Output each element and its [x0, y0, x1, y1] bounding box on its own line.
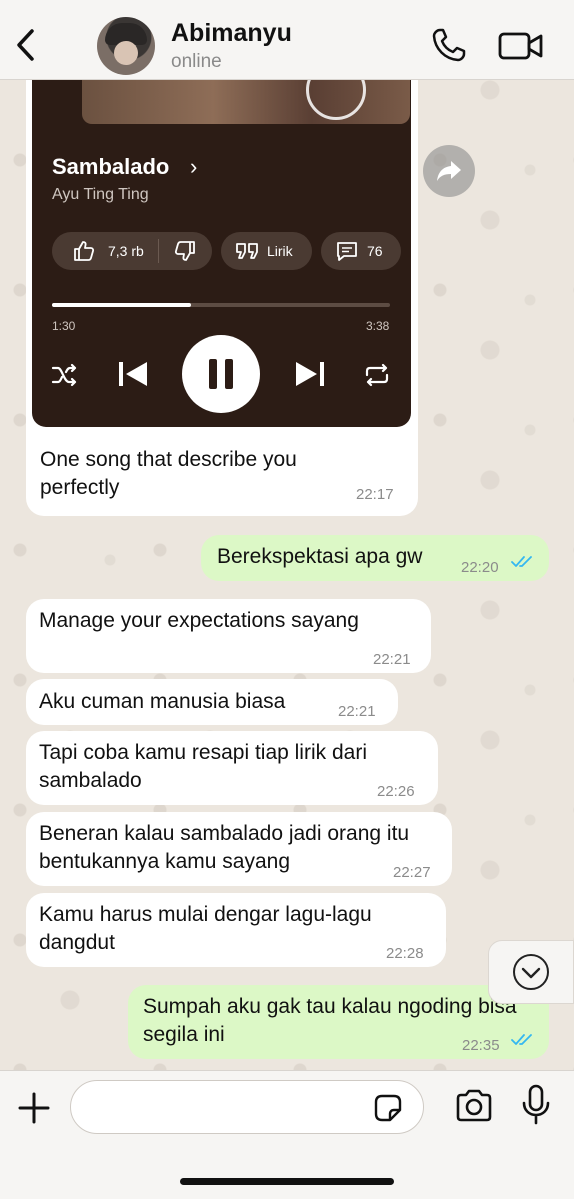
message-time: 22:20	[461, 559, 499, 576]
contact-status: online	[171, 51, 222, 72]
previous-button[interactable]	[115, 357, 151, 391]
back-button[interactable]	[10, 25, 40, 65]
next-icon	[296, 362, 324, 386]
comment-count: 76	[367, 243, 383, 259]
message-time: 22:21	[373, 651, 411, 668]
read-ticks-icon	[511, 556, 532, 567]
previous-icon	[119, 362, 147, 386]
message-time: 22:28	[386, 945, 424, 962]
message-text: Berekspektasi apa gw	[217, 545, 423, 568]
video-call-button[interactable]	[498, 30, 544, 62]
message-bubble-incoming[interactable]: Beneran kalau sambalado jadi orang itu b…	[26, 812, 452, 886]
message-text: Beneran kalau sambalado jadi orang itu b…	[39, 822, 410, 873]
lyrics-label: Lirik	[267, 243, 293, 259]
sticker-icon	[374, 1094, 402, 1122]
message-bubble-incoming[interactable]: Aku cuman manusia biasa 22:21	[26, 679, 398, 725]
scroll-to-bottom-button[interactable]	[488, 940, 574, 1004]
message-time: 22:35	[462, 1037, 500, 1054]
contact-name[interactable]: Abimanyu	[171, 19, 292, 48]
repeat-button[interactable]	[362, 360, 392, 390]
total-time: 3:38	[366, 319, 390, 333]
message-bubble-outgoing[interactable]: Sumpah aku gak tau kalau ngoding bisa se…	[128, 985, 549, 1059]
message-time: 22:21	[338, 703, 376, 720]
message-text: Manage your expectations sayang	[39, 609, 359, 632]
phone-icon	[432, 28, 466, 62]
message-bubble-incoming[interactable]: Manage your expectations sayang 22:21	[26, 599, 431, 673]
album-art[interactable]	[82, 80, 410, 124]
message-bubble-outgoing[interactable]: Berekspektasi apa gw 22:20	[201, 535, 549, 581]
message-input[interactable]	[70, 1080, 424, 1134]
thumbs-down-icon	[174, 241, 195, 261]
pause-icon	[209, 359, 233, 389]
message-text: Aku cuman manusia biasa	[39, 690, 286, 713]
playback-progress[interactable]	[52, 303, 390, 307]
thumbs-up-icon	[74, 241, 95, 261]
chevron-right-icon: ›	[190, 154, 198, 179]
message-time: 22:27	[393, 864, 431, 881]
message-time: 22:26	[377, 783, 415, 800]
current-time: 1:30	[52, 319, 76, 333]
song-title[interactable]: Sambalado	[52, 154, 169, 180]
camera-icon	[456, 1089, 492, 1122]
shuffle-icon	[51, 363, 77, 387]
message-bubble-incoming[interactable]: Tapi coba kamu resapi tiap lirik dari sa…	[26, 731, 438, 805]
attach-button[interactable]	[14, 1088, 54, 1128]
pause-button[interactable]	[182, 335, 260, 413]
like-count: 7,3 rb	[108, 243, 144, 259]
back-icon	[17, 29, 34, 61]
lyrics-button[interactable]: Lirik	[221, 232, 312, 270]
read-ticks-icon	[511, 1034, 532, 1045]
dislike-button[interactable]	[173, 239, 197, 263]
video-camera-icon	[498, 32, 543, 60]
microphone-icon	[522, 1084, 550, 1125]
chevron-down-icon	[513, 954, 549, 990]
music-caption: One song that describe you perfectly	[40, 448, 297, 499]
contact-avatar[interactable]	[97, 17, 155, 75]
quote-icon	[236, 243, 258, 259]
comments-button[interactable]: 76	[321, 232, 401, 270]
message-text: Tapi coba kamu resapi tiap lirik dari sa…	[39, 741, 367, 792]
shuffle-button[interactable]	[50, 360, 80, 390]
message-text: Kamu harus mulai dengar lagu-lagu dangdu…	[39, 903, 372, 954]
sticker-button[interactable]	[372, 1092, 404, 1124]
message-time: 22:17	[356, 486, 394, 503]
like-button[interactable]: 7,3 rb	[72, 239, 144, 263]
comment-icon	[337, 242, 357, 261]
voice-call-button[interactable]	[431, 27, 467, 63]
playback-progress-fill	[52, 303, 191, 307]
repeat-icon	[365, 363, 389, 387]
next-button[interactable]	[292, 357, 328, 391]
forward-icon	[437, 161, 461, 181]
voice-message-button[interactable]	[520, 1084, 552, 1126]
home-indicator	[180, 1178, 394, 1185]
like-dislike-pill: 7,3 rb	[52, 232, 212, 270]
forward-button[interactable]	[423, 145, 475, 197]
song-artist: Ayu Ting Ting	[52, 186, 149, 203]
camera-button[interactable]	[454, 1088, 494, 1124]
plus-icon	[18, 1092, 50, 1124]
message-bubble-incoming[interactable]: Kamu harus mulai dengar lagu-lagu dangdu…	[26, 893, 446, 967]
